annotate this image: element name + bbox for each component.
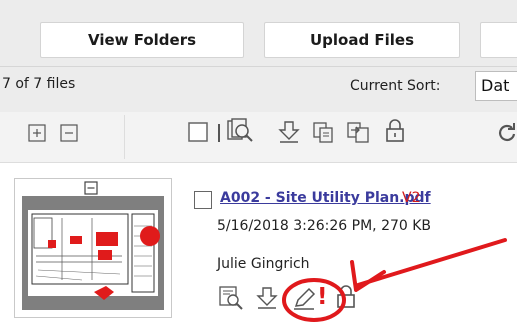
red-annotation <box>282 238 507 322</box>
exclamation-mark: ! <box>317 284 328 310</box>
